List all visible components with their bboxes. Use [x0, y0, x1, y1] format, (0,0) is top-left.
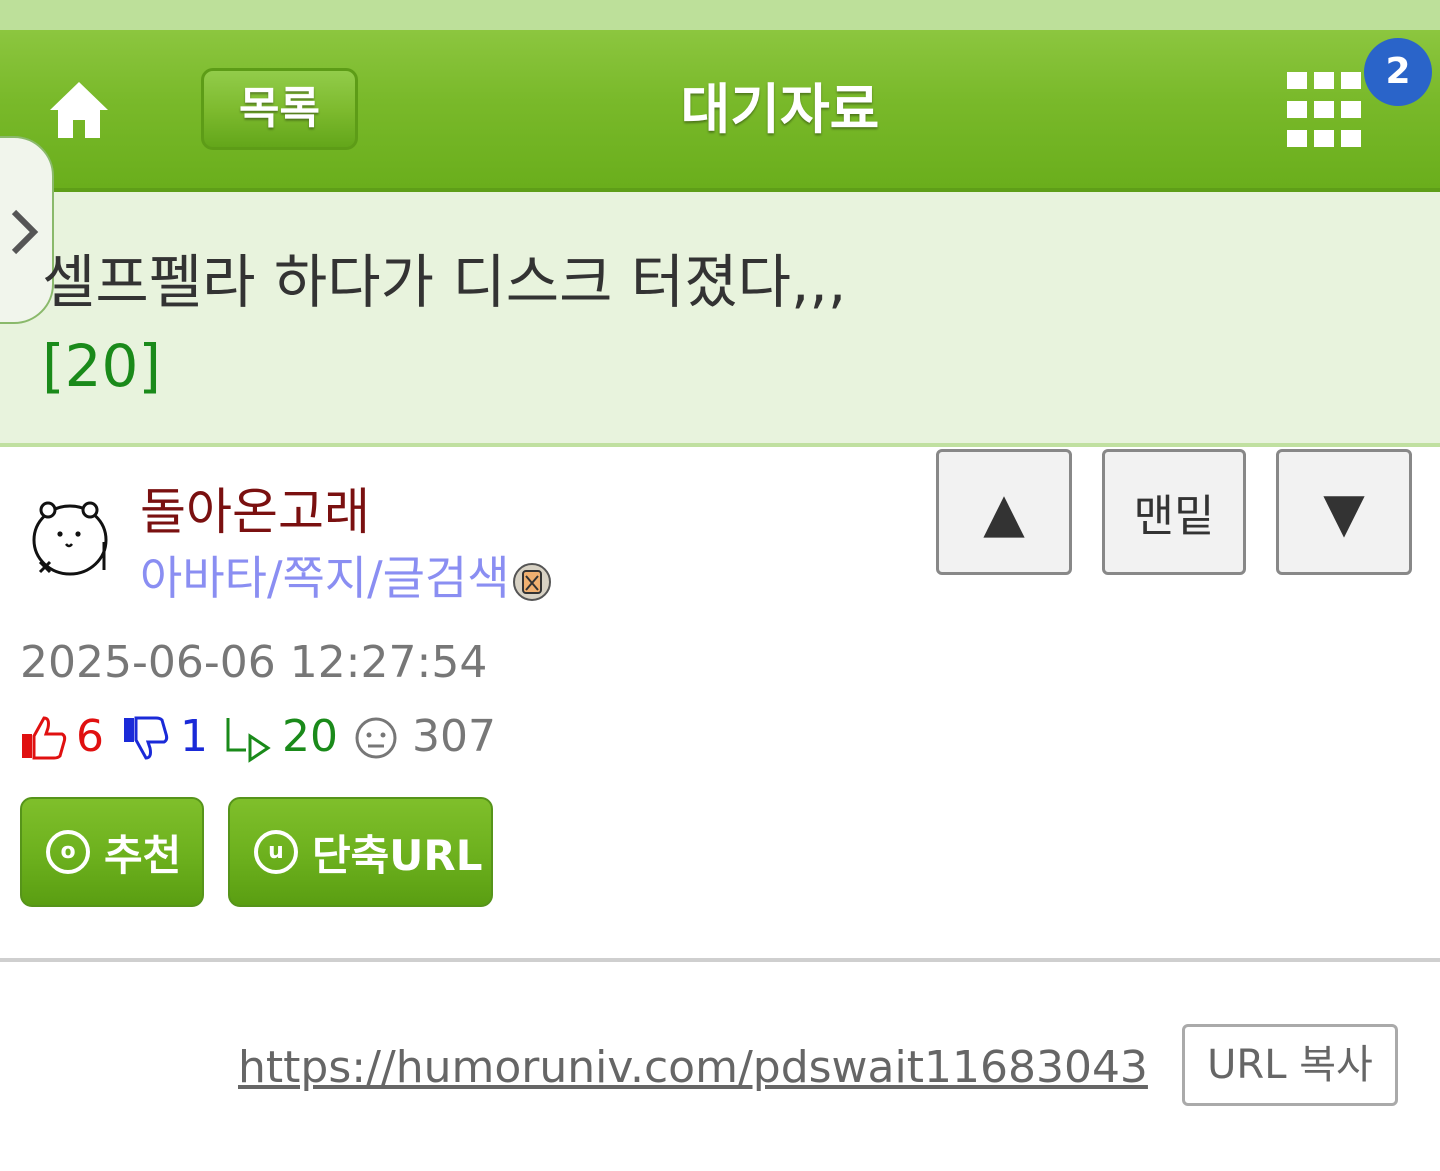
thumbs-up-icon[interactable] [20, 714, 68, 762]
reply-count[interactable]: [20] [42, 332, 161, 400]
down-arrow-icon: ▼ [1323, 480, 1365, 544]
bottom-label: 맨밑 [1133, 491, 1215, 542]
divider [0, 958, 1440, 962]
top-header: 목록 대기자료 2 [0, 30, 1440, 192]
short-url-circle-icon: u [254, 830, 298, 874]
chevron-right-icon [11, 209, 39, 255]
view-count: 307 [412, 711, 496, 762]
page-title: 대기자료 [680, 78, 880, 141]
like-count: 6 [76, 711, 104, 762]
avatar[interactable] [20, 492, 112, 582]
reply-icon [226, 718, 271, 763]
list-button[interactable]: 목록 [201, 68, 358, 150]
level-badge-icon [513, 563, 551, 601]
scroll-bottom-button[interactable]: 맨밑 [1102, 449, 1246, 575]
post-url-link[interactable]: https://humoruniv.com/pdswait11683043 [238, 1036, 1148, 1100]
post-title: 셀프펠라 하다가 디스크 터졌다,,, [20] [42, 240, 862, 408]
up-arrow-icon: ▲ [983, 480, 1025, 544]
notification-badge[interactable]: 2 [1364, 38, 1432, 106]
thumbs-down-icon[interactable] [122, 714, 170, 762]
author-name[interactable]: 돌아온고래 [140, 480, 370, 544]
recommend-label: 추천 [104, 830, 182, 880]
recommend-circle-icon: o [46, 830, 90, 874]
grid-menu-icon[interactable] [1287, 72, 1369, 150]
post-datetime: 2025-06-06 12:27:54 [20, 637, 488, 688]
post-title-text: 셀프펠라 하다가 디스크 터졌다,,, [42, 248, 847, 316]
short-url-button[interactable]: u 단축URL [228, 797, 493, 907]
status-bar [0, 0, 1440, 30]
home-icon[interactable] [46, 76, 112, 142]
recommend-button[interactable]: o 추천 [20, 797, 204, 907]
scroll-down-button[interactable]: ▼ [1276, 449, 1412, 575]
dislike-count: 1 [180, 711, 208, 762]
short-url-label: 단축URL [312, 830, 483, 880]
url-copy-button[interactable]: URL 복사 [1182, 1024, 1398, 1106]
scroll-up-button[interactable]: ▲ [936, 449, 1072, 575]
reply-count-stat: 20 [282, 711, 338, 762]
author-links[interactable]: 아바타/쪽지/글검색 [140, 548, 510, 608]
views-face-icon [355, 717, 397, 759]
